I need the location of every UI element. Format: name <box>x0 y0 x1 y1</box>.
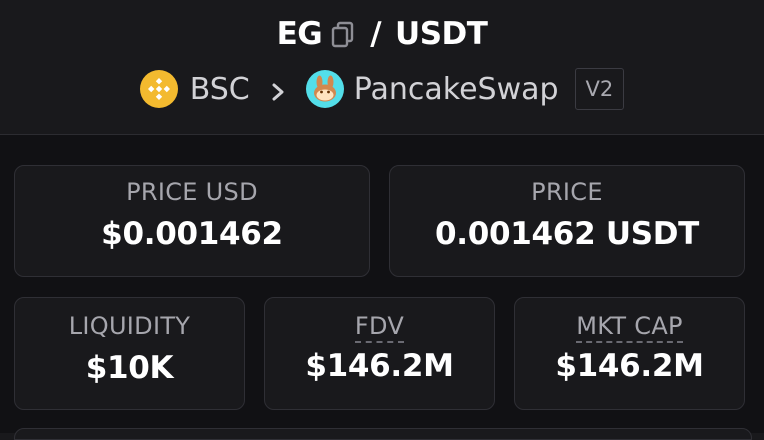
fdv-card[interactable]: FDV $146.2M <box>264 297 495 410</box>
price-card: PRICE 0.001462 USDT <box>389 165 745 277</box>
mkt-cap-label[interactable]: MKT CAP <box>576 312 683 343</box>
fdv-label-wrap[interactable]: FDV <box>265 312 494 343</box>
base-token-symbol[interactable]: EG <box>277 16 323 52</box>
price-usd-label: PRICE USD <box>126 178 258 206</box>
chain-name[interactable]: BSC <box>190 72 250 107</box>
price-label: PRICE <box>531 178 603 206</box>
price-usd-card: PRICE USD $0.001462 <box>14 165 370 277</box>
price-usd-value: $0.001462 <box>101 216 283 252</box>
copy-icon[interactable] <box>330 21 356 49</box>
chevron-right-icon <box>268 77 288 101</box>
chain-dex-breadcrumb: BSC PancakeSwap V2 <box>0 66 764 112</box>
quote-token-symbol[interactable]: USDT <box>395 16 488 52</box>
mkt-cap-card[interactable]: MKT CAP $146.2M <box>514 297 745 410</box>
pancakeswap-logo-icon <box>305 70 344 108</box>
dex-name[interactable]: PancakeSwap <box>354 72 559 107</box>
mkt-cap-value: $146.2M <box>555 348 704 384</box>
pair-separator: / <box>370 16 382 52</box>
pair-title: EG / USDT <box>0 12 764 56</box>
liquidity-value: $10K <box>85 350 174 386</box>
next-card-edge <box>14 428 752 440</box>
stats-panel: PRICE USD $0.001462 PRICE 0.001462 USDT … <box>0 135 764 433</box>
fdv-value: $146.2M <box>305 348 454 384</box>
version-badge: V2 <box>574 68 625 110</box>
pair-header: EG / USDT BSC PancakeSwap V2 <box>0 0 764 135</box>
liquidity-label: LIQUIDITY <box>68 312 191 340</box>
fdv-label[interactable]: FDV <box>354 312 405 343</box>
liquidity-card: LIQUIDITY $10K <box>14 297 245 410</box>
bsc-logo-icon <box>139 70 178 108</box>
price-value: 0.001462 USDT <box>434 216 700 252</box>
mkt-cap-label-wrap[interactable]: MKT CAP <box>515 312 744 343</box>
